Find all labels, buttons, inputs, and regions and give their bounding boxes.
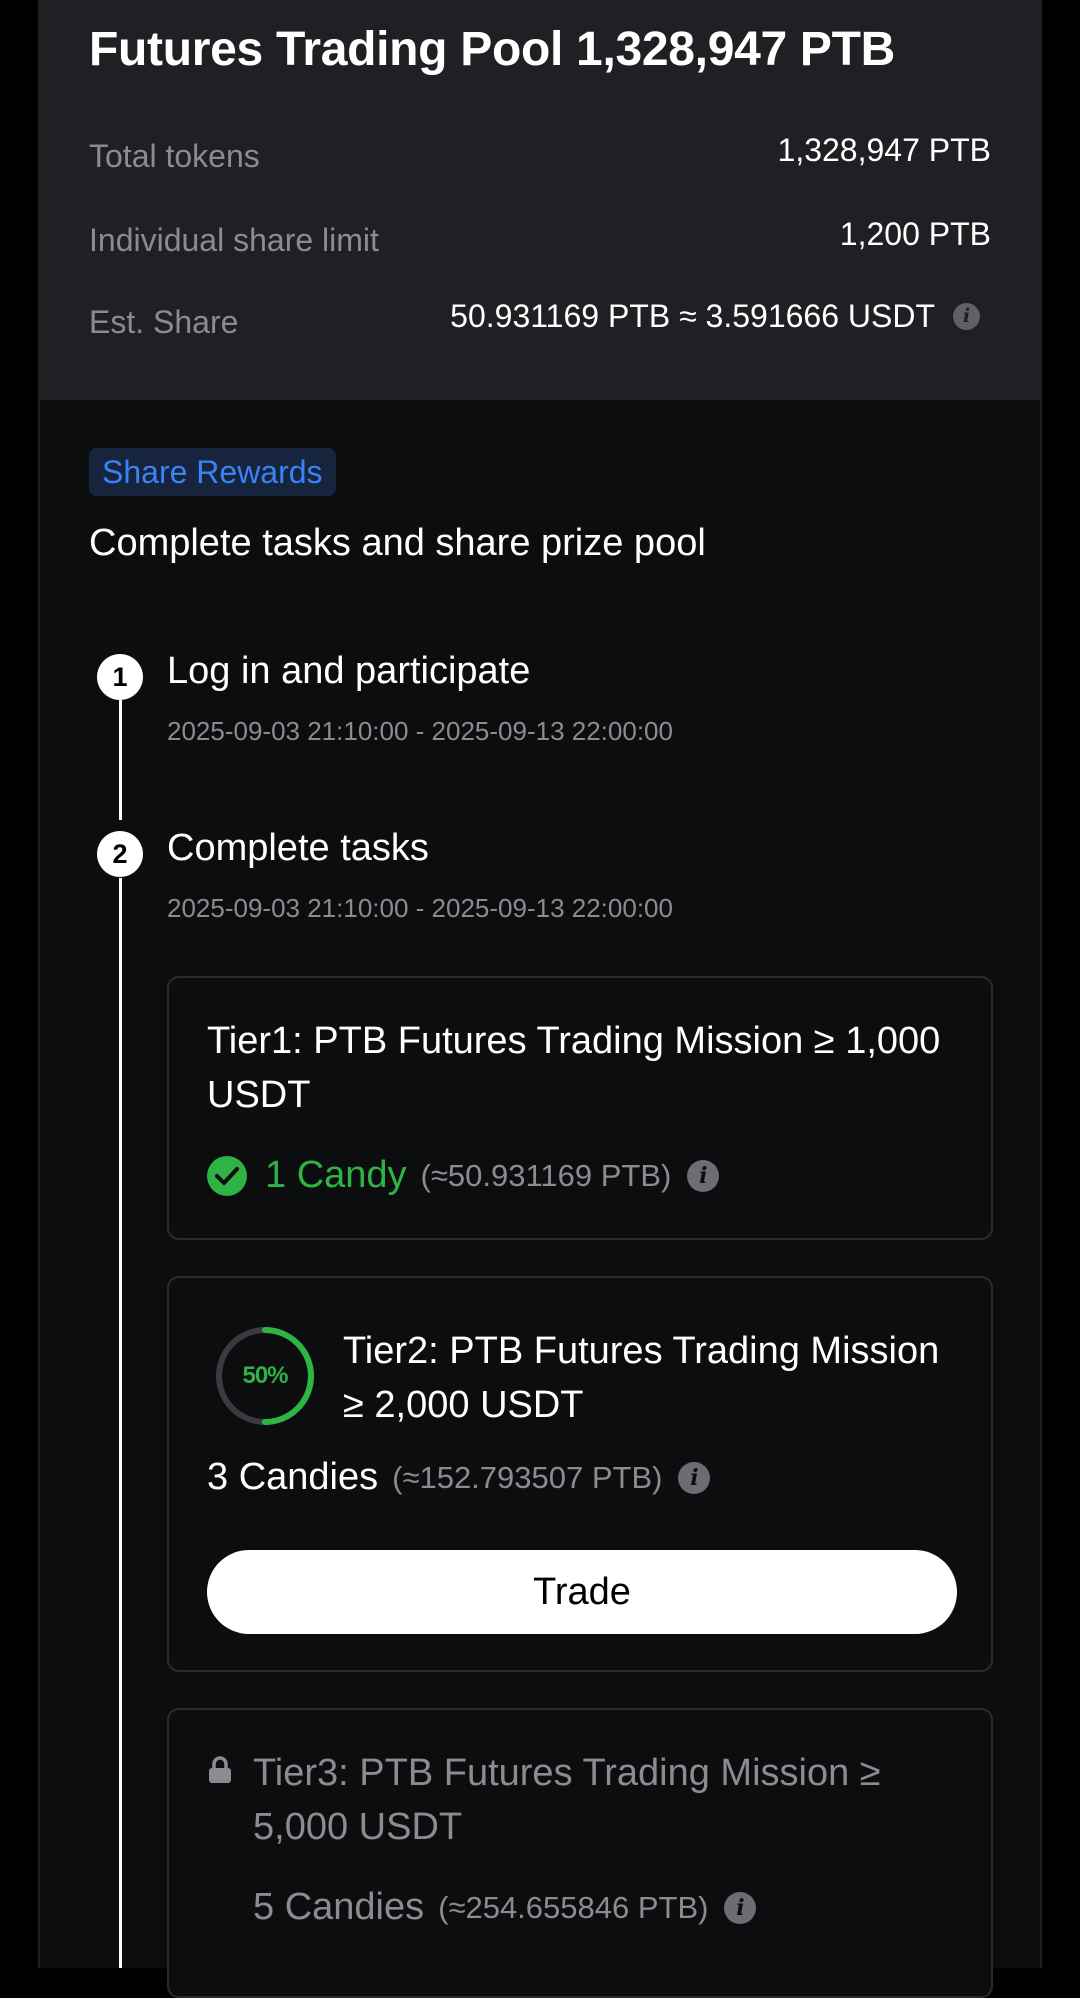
tier-title: Tier3: PTB Futures Trading Mission ≥ 5,0…: [253, 1752, 881, 1848]
total-tokens-row: Total tokens 1,328,947 PTB: [89, 132, 991, 176]
share-limit-row: Individual share limit 1,200 PTB: [89, 216, 991, 260]
info-icon[interactable]: i: [687, 1159, 720, 1192]
share-limit-value: 1,200 PTB: [839, 216, 991, 252]
tier-card: 50% Tier2: PTB Futures Trading Mission ≥…: [167, 1276, 993, 1672]
step-number: 1: [97, 654, 143, 700]
pool-title: Futures Trading Pool 1,328,947 PTB: [89, 23, 896, 76]
step-date: 2025-09-03 21:10:00 - 2025-09-13 22:00:0…: [167, 893, 673, 923]
lock-icon: [209, 1756, 231, 1783]
timeline-line: [119, 700, 122, 820]
est-share-label: Est. Share: [89, 304, 239, 340]
est-share-value-wrap: 50.931169 PTB ≈ 3.591666 USDT i: [450, 298, 980, 335]
tier-reward: 3 Candies (≈152.793507 PTB) i: [207, 1456, 711, 1499]
tier-reward-amount: 5 Candies: [253, 1886, 425, 1928]
info-icon[interactable]: i: [678, 1461, 711, 1494]
step-title: Complete tasks: [167, 827, 429, 869]
tier-title: Tier2: PTB Futures Trading Mission ≥ 2,0…: [343, 1330, 940, 1426]
share-rewards-badge: Share Rewards: [89, 448, 336, 496]
tier-reward-amount: 1 Candy: [265, 1154, 407, 1196]
total-tokens-value: 1,328,947 PTB: [777, 132, 991, 168]
rewards-subtitle: Complete tasks and share prize pool: [89, 522, 706, 564]
pool-summary-header: Futures Trading Pool 1,328,947 PTB Total…: [40, 0, 1040, 400]
progress-percent: 50%: [242, 1362, 288, 1389]
tier-card: Tier3: PTB Futures Trading Mission ≥ 5,0…: [167, 1708, 993, 1998]
timeline-line: [119, 878, 122, 1968]
tier-card: Tier1: PTB Futures Trading Mission ≥ 1,0…: [167, 976, 993, 1240]
est-share-value: 50.931169 PTB ≈ 3.591666 USDT: [450, 298, 935, 334]
info-icon[interactable]: i: [724, 1891, 757, 1924]
total-tokens-label: Total tokens: [89, 138, 260, 174]
est-share-row: Est. Share 50.931169 PTB ≈ 3.591666 USDT…: [89, 298, 991, 342]
step-date: 2025-09-03 21:10:00 - 2025-09-13 22:00:0…: [167, 716, 673, 746]
share-limit-label: Individual share limit: [89, 222, 379, 258]
tier-reward: 5 Candies (≈254.655846 PTB) i: [253, 1886, 757, 1929]
step-number: 2: [97, 831, 143, 877]
check-circle-icon: [207, 1155, 247, 1196]
tier-title: Tier1: PTB Futures Trading Mission ≥ 1,0…: [207, 1020, 941, 1116]
tier-reward-amount: 3 Candies: [207, 1456, 379, 1498]
info-icon[interactable]: i: [953, 303, 980, 330]
tier-reward-ptb: (≈50.931169 PTB): [420, 1157, 672, 1193]
page-frame: Futures Trading Pool 1,328,947 PTB Total…: [38, 0, 1042, 1998]
progress-ring-icon: 50%: [213, 1324, 317, 1428]
tier-reward-ptb: (≈254.655846 PTB): [438, 1889, 709, 1925]
step-title: Log in and participate: [167, 650, 531, 692]
tier-reward-ptb: (≈152.793507 PTB): [392, 1459, 663, 1495]
tier-reward: 1 Candy (≈50.931169 PTB) i: [207, 1154, 720, 1197]
trade-button[interactable]: Trade: [207, 1550, 957, 1634]
